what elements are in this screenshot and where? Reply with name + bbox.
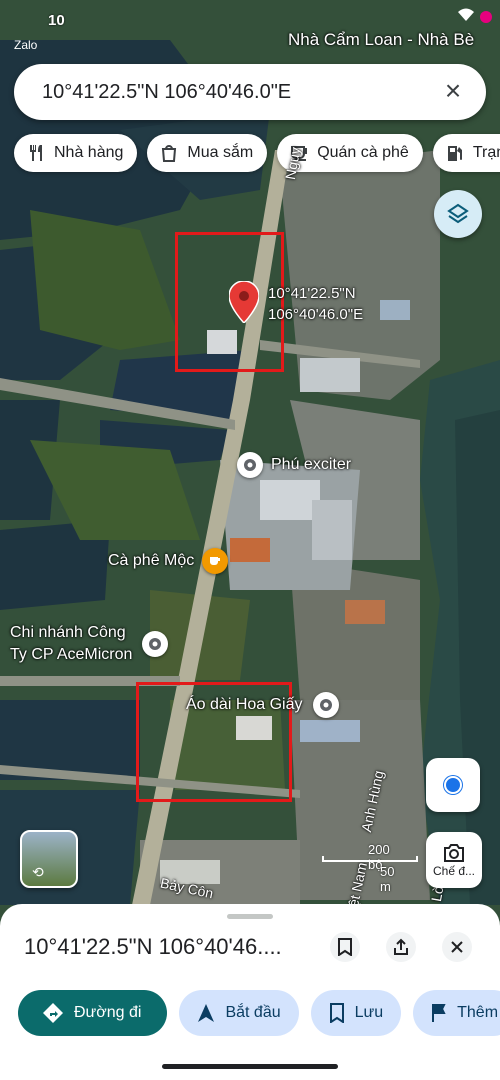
- my-location-button[interactable]: [426, 758, 480, 812]
- share-button[interactable]: [386, 932, 416, 962]
- pin-lng: 106°40'46.0"E: [268, 306, 364, 323]
- map-label-nha-cam-loan[interactable]: Nhà Cẩm Loan - Nhà Bè: [288, 30, 474, 50]
- lens-mode-label: Chế đ...: [432, 864, 476, 878]
- add-label-label: Thêm: [457, 1004, 499, 1021]
- poi-label: Cà phê Mộc: [108, 552, 195, 569]
- shopping-bag-icon: [162, 145, 177, 162]
- close-sheet-button[interactable]: [442, 932, 472, 962]
- place-pin-icon: [142, 631, 169, 657]
- place-pin-icon: [312, 692, 339, 718]
- wifi-icon: [458, 8, 474, 26]
- chip-label: Trạm: [472, 144, 500, 161]
- close-icon: [451, 941, 463, 953]
- poi-label: Phú exciter: [271, 456, 352, 473]
- sheet-drag-handle[interactable]: [227, 914, 273, 919]
- navigation-icon: [198, 1004, 215, 1022]
- share-icon: [394, 938, 408, 955]
- chip-label: Nhà hàng: [54, 144, 124, 161]
- save-label: Lưu: [354, 1004, 384, 1021]
- poi-label-line1: Chi nhánh Công: [10, 624, 126, 641]
- layers-button[interactable]: [434, 190, 482, 238]
- gas-station-icon: [447, 146, 462, 161]
- place-pin-icon: [237, 452, 263, 478]
- scale-bar: [322, 856, 418, 862]
- clear-search-icon[interactable]: ×: [438, 76, 468, 106]
- bookmark-icon: [329, 1003, 344, 1023]
- restaurant-icon: [30, 145, 42, 161]
- pin-coordinates-label: 10°41'22.5"N 106°40'46.0"E: [268, 283, 363, 325]
- action-buttons: Đường đi Bắt đầu Lưu Thêm: [18, 990, 500, 1036]
- status-time: 10: [48, 12, 65, 29]
- poi-label: Chi nhánh Công Ty CP AceMicron: [10, 622, 132, 666]
- lens-mode-button[interactable]: Chế đ...: [426, 832, 482, 888]
- scale-meters: 50 m: [380, 864, 395, 894]
- bookmark-icon: [338, 938, 352, 956]
- chip-label: Quán cà phê: [317, 144, 409, 161]
- status-app-label: Zalo: [14, 38, 38, 52]
- layers-icon: [447, 203, 469, 224]
- directions-button[interactable]: Đường đi: [18, 990, 168, 1036]
- start-label: Bắt đầu: [225, 1004, 281, 1021]
- place-title: 10°41'22.5"N 106°40'46....: [24, 934, 282, 959]
- camera-lens-icon: [444, 844, 464, 862]
- chip-shopping[interactable]: Mua sắm: [147, 134, 268, 172]
- pin-lat: 10°41'22.5"N: [268, 285, 356, 302]
- poi-label: Áo dài Hoa Giấy: [186, 696, 303, 713]
- dropped-pin-icon[interactable]: [228, 280, 260, 328]
- search-query[interactable]: 10°41'22.5"N 106°40'46.0"E: [42, 81, 291, 104]
- poi-label-line2: Ty CP AceMicron: [10, 646, 133, 663]
- poi-phu-exciter[interactable]: Phú exciter: [237, 452, 351, 478]
- notification-dot-icon: [480, 11, 492, 23]
- poi-ca-phe-moc[interactable]: Cà phê Mộc: [108, 548, 229, 574]
- coffee-icon: [202, 548, 229, 574]
- add-label-button[interactable]: Thêm: [413, 990, 500, 1036]
- street-view-thumbnail[interactable]: ⟲: [20, 830, 78, 888]
- category-chips: Nhà hàng Mua sắm Quán cà phê Trạm: [14, 134, 500, 172]
- chip-gas-station[interactable]: Trạm: [432, 134, 500, 172]
- location-dot-icon: [444, 776, 462, 794]
- directions-icon: [43, 1003, 63, 1023]
- status-icons: [458, 8, 492, 26]
- start-button[interactable]: Bắt đầu: [179, 990, 299, 1036]
- chip-restaurants[interactable]: Nhà hàng: [14, 134, 138, 172]
- poi-acemicron[interactable]: Chi nhánh Công Ty CP AceMicron: [10, 622, 169, 666]
- save-icon-button[interactable]: [330, 932, 360, 962]
- save-button[interactable]: Lưu: [310, 990, 402, 1036]
- place-bottom-sheet[interactable]: 10°41'22.5"N 106°40'46.... Đường đi Bắt …: [0, 904, 500, 1080]
- chip-label: Mua sắm: [187, 144, 254, 161]
- search-bar[interactable]: 10°41'22.5"N 106°40'46.0"E ×: [14, 64, 486, 120]
- home-indicator: [162, 1064, 338, 1069]
- poi-ao-dai-hoa-giay[interactable]: Áo dài Hoa Giấy: [186, 692, 339, 718]
- rotate-360-icon: ⟲: [32, 864, 44, 880]
- flag-icon: [432, 1004, 446, 1022]
- directions-label: Đường đi: [74, 1004, 142, 1021]
